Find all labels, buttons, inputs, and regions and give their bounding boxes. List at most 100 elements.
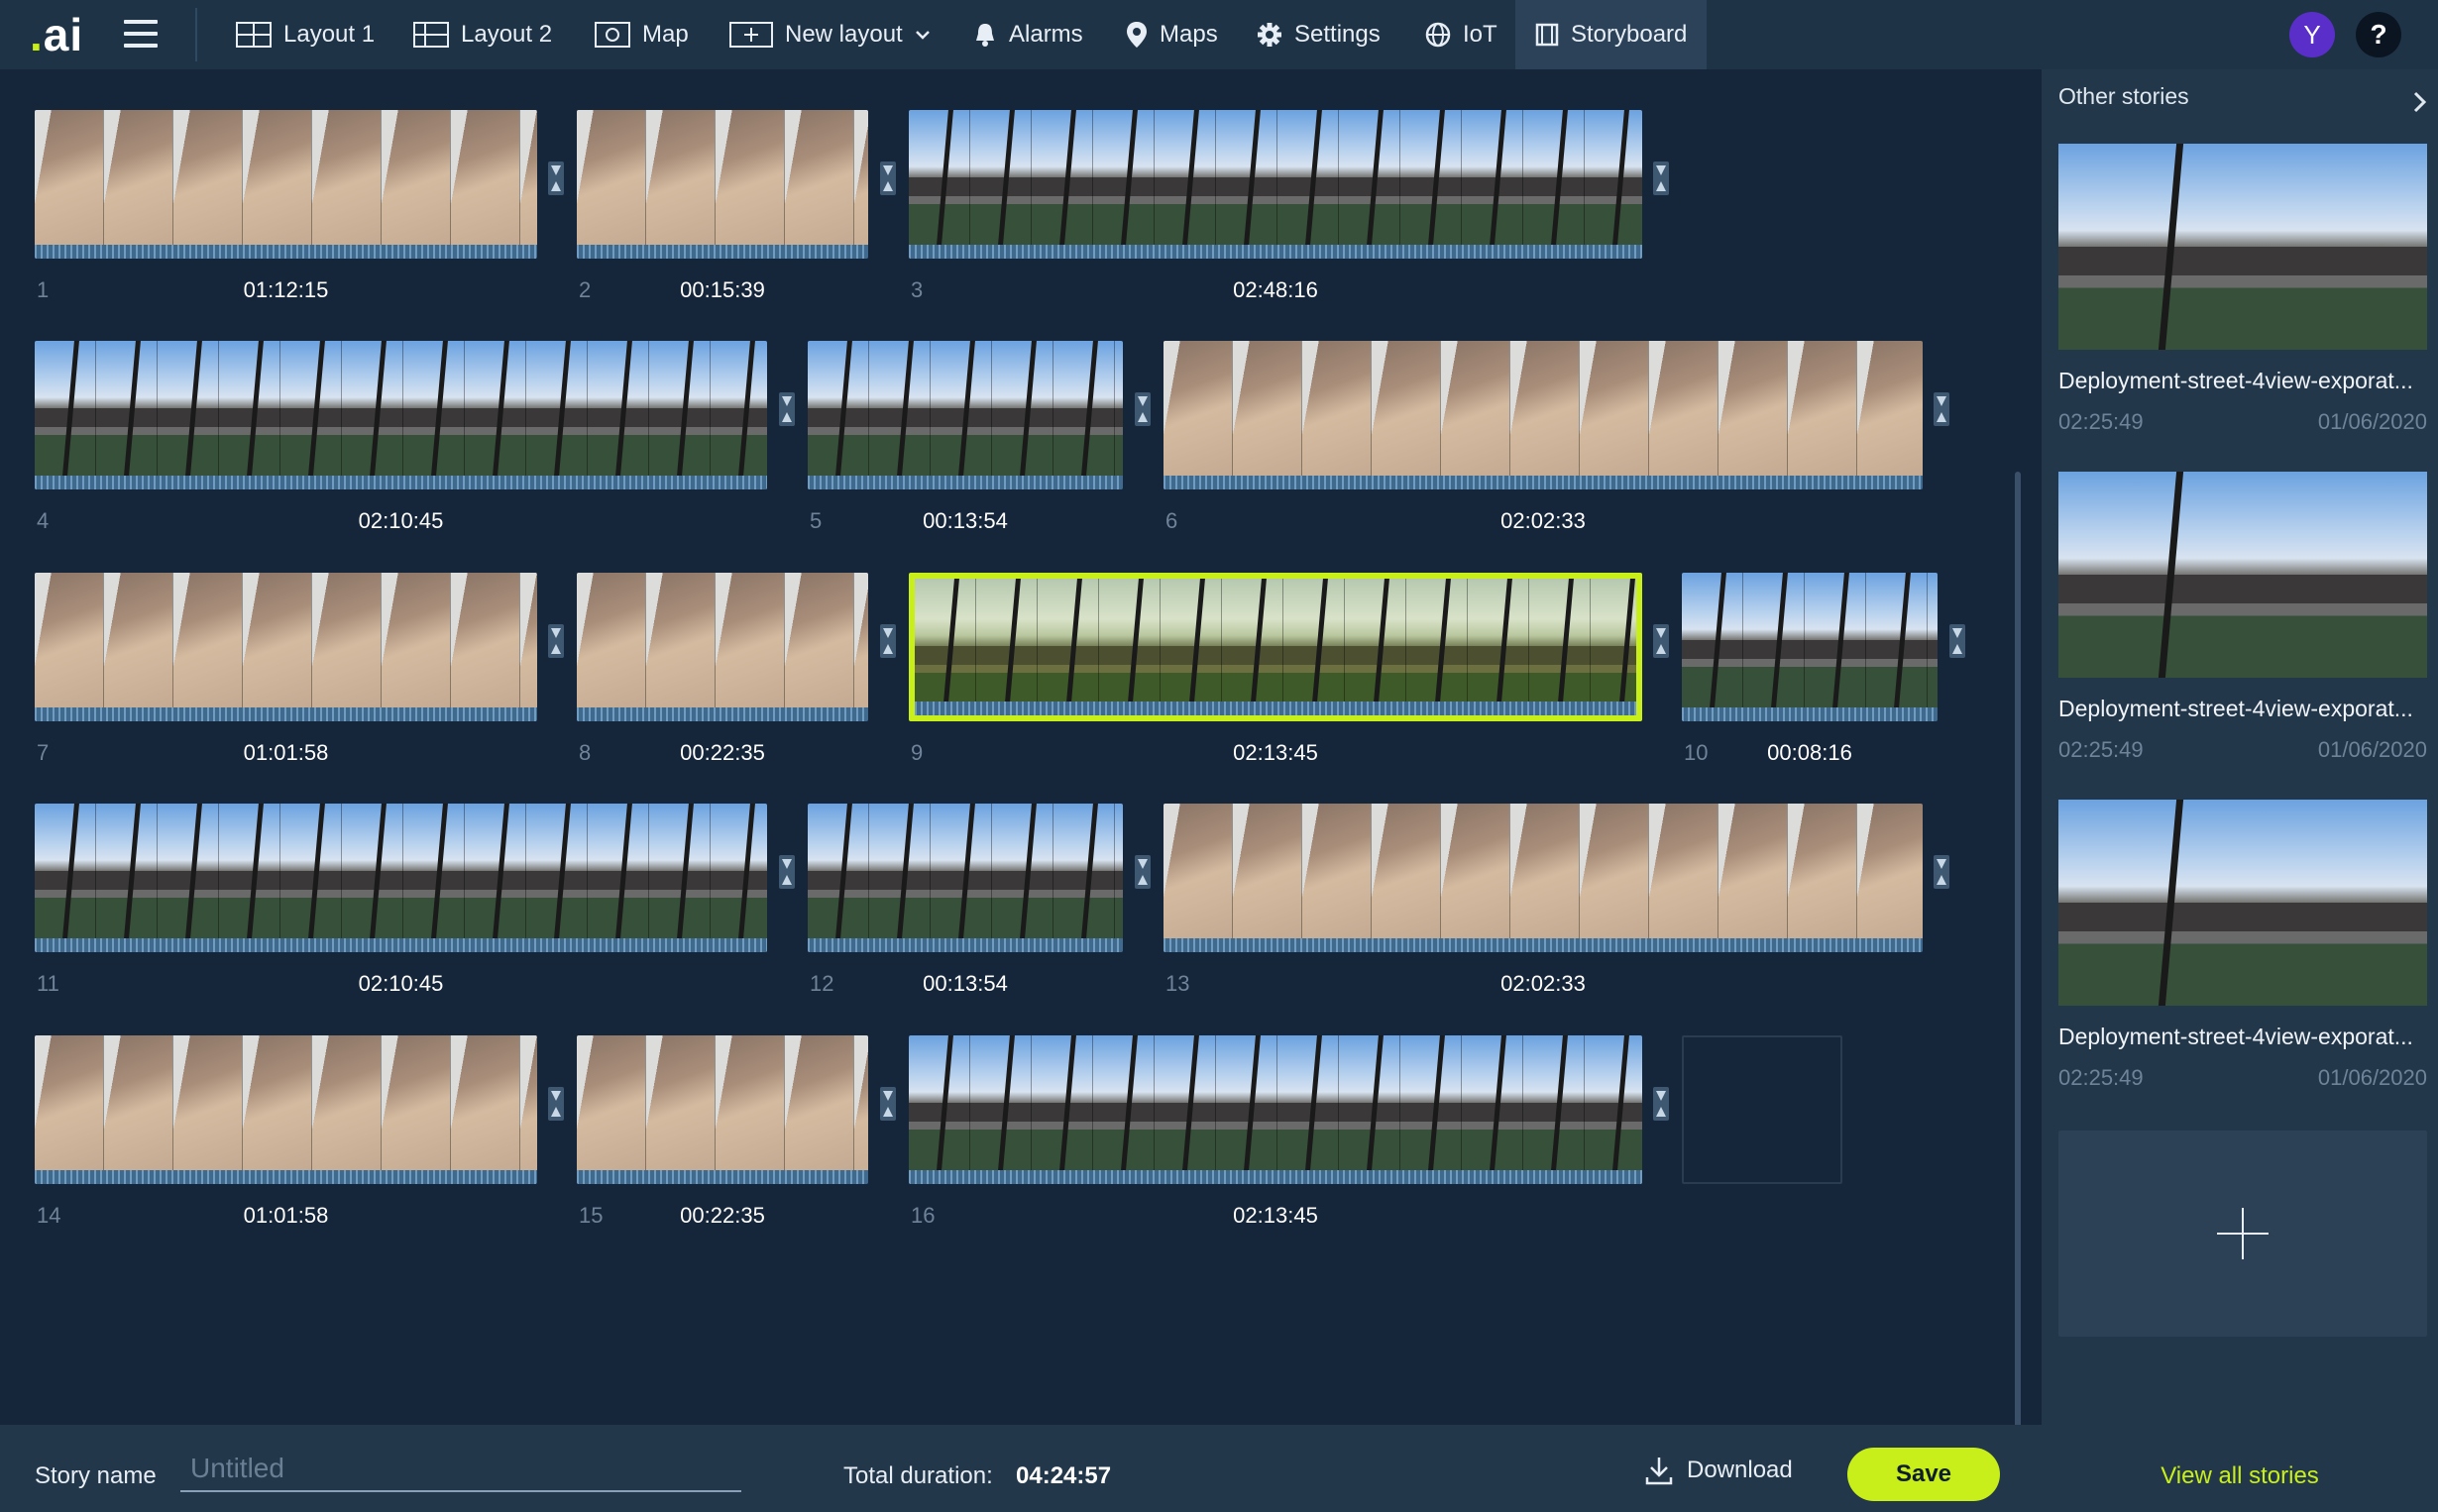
bell-icon — [976, 24, 994, 47]
video-frame — [1032, 110, 1093, 245]
nav-map[interactable]: Map — [595, 0, 689, 69]
story-duration: 02:25:49 — [2058, 409, 2144, 434]
audio-waveform — [1164, 938, 1923, 952]
video-frame — [808, 341, 869, 476]
audio-waveform — [35, 1170, 537, 1184]
clip-duration: 02:13:45 — [1233, 1203, 1318, 1228]
clip-duration: 02:48:16 — [1233, 277, 1318, 302]
transition-connector-icon[interactable] — [779, 392, 795, 426]
transition-connector-icon[interactable] — [1653, 1087, 1669, 1121]
nav-layout-1[interactable]: Layout 1 — [236, 0, 375, 69]
story-card[interactable]: Deployment-street-4view-exporat... 02:25:… — [2058, 472, 2427, 769]
story-card[interactable]: Deployment-street-4view-exporat... 02:25:… — [2058, 144, 2427, 441]
audio-waveform — [1682, 707, 1938, 721]
video-frame — [520, 573, 537, 707]
help-icon[interactable]: ? — [2356, 12, 2401, 57]
clip-thumbnail[interactable] — [808, 804, 1123, 952]
clip-frames — [35, 341, 767, 476]
transition-connector-icon[interactable] — [1934, 855, 1949, 889]
nav-new-layout[interactable]: New layout — [729, 0, 931, 69]
clip-frames — [577, 1035, 868, 1170]
transition-connector-icon[interactable] — [548, 624, 564, 658]
user-avatar[interactable]: Y — [2289, 12, 2335, 57]
story-name: Deployment-street-4view-exporat... — [2058, 368, 2413, 393]
transition-connector-icon[interactable] — [548, 162, 564, 195]
story-name: Deployment-street-4view-exporat... — [2058, 1024, 2413, 1049]
video-frame — [1441, 804, 1510, 938]
transition-connector-icon[interactable] — [1653, 162, 1669, 195]
clip-thumbnail[interactable] — [808, 341, 1123, 489]
video-frame — [1345, 579, 1406, 713]
download-button[interactable]: Download — [1645, 1451, 1793, 1490]
video-frame — [1164, 804, 1233, 938]
clip-thumbnail[interactable] — [35, 804, 767, 952]
video-frame — [1115, 341, 1123, 476]
clip-thumbnail[interactable] — [1164, 341, 1923, 489]
clip-thumbnail[interactable] — [577, 1035, 868, 1184]
clip-thumbnail[interactable] — [1682, 573, 1938, 721]
transition-connector-icon[interactable] — [1949, 624, 1965, 658]
video-frame — [1099, 579, 1161, 713]
clip-thumbnail[interactable] — [35, 573, 537, 721]
transition-connector-icon[interactable] — [1934, 392, 1949, 426]
empty-clip-slot[interactable] — [1682, 1035, 1842, 1184]
clip-thumbnail[interactable] — [909, 573, 1642, 721]
download-icon — [1645, 1458, 1673, 1485]
story-card[interactable]: Deployment-street-4view-exporat... 02:25:… — [2058, 800, 2427, 1097]
clip-thumbnail[interactable] — [577, 110, 868, 259]
video-frame — [577, 110, 646, 245]
audio-waveform — [577, 707, 868, 721]
nav-alarms[interactable]: Alarms — [973, 0, 1083, 69]
video-frame — [35, 341, 96, 476]
transition-connector-icon[interactable] — [779, 855, 795, 889]
video-frame — [35, 1035, 104, 1170]
story-duration: 02:25:49 — [2058, 737, 2144, 762]
video-frame — [219, 804, 280, 938]
transition-connector-icon[interactable] — [1653, 624, 1669, 658]
clip-thumbnail[interactable] — [35, 110, 537, 259]
video-frame — [931, 804, 992, 938]
clip-frames — [808, 341, 1123, 476]
video-frame — [1277, 110, 1339, 245]
video-frame — [526, 804, 588, 938]
nav-iot[interactable]: IoT — [1425, 0, 1497, 69]
clip-thumbnail[interactable] — [909, 110, 1642, 259]
app-logo[interactable]: .ai — [30, 8, 83, 61]
hamburger-menu-icon[interactable] — [124, 20, 158, 48]
chevron-right-icon[interactable] — [2410, 87, 2430, 117]
nav-settings[interactable]: Settings — [1257, 0, 1381, 69]
clip-thumbnail[interactable] — [35, 1035, 537, 1184]
transition-connector-icon[interactable] — [548, 1087, 564, 1121]
clip-thumbnail[interactable] — [909, 1035, 1642, 1184]
nav-maps[interactable]: Maps — [1126, 0, 1218, 69]
nav-storyboard[interactable]: Storyboard — [1515, 0, 1708, 69]
audio-waveform — [35, 245, 537, 259]
clip-thumbnail[interactable] — [577, 573, 868, 721]
video-frame — [1302, 341, 1372, 476]
add-story-button[interactable] — [2058, 1131, 2427, 1337]
story-name-input[interactable] — [180, 1447, 741, 1492]
story-date: 01/06/2020 — [2317, 1065, 2427, 1090]
transition-connector-icon[interactable] — [880, 162, 896, 195]
video-frame — [219, 341, 280, 476]
transition-connector-icon[interactable] — [880, 1087, 896, 1121]
transition-connector-icon[interactable] — [1135, 855, 1151, 889]
video-frame — [520, 1035, 537, 1170]
video-frame — [520, 110, 537, 245]
vertical-scrollbar[interactable] — [2015, 472, 2021, 1458]
nav-divider — [195, 8, 197, 61]
nav-layout-2[interactable]: Layout 2 — [413, 0, 552, 69]
save-button[interactable]: Save — [1847, 1448, 2000, 1501]
transition-connector-icon[interactable] — [1135, 392, 1151, 426]
clip-thumbnail[interactable] — [1164, 804, 1923, 952]
clip-duration: 01:12:15 — [243, 277, 329, 302]
location-pin-icon — [1127, 22, 1147, 48]
view-all-stories-link[interactable]: View all stories — [2042, 1462, 2438, 1490]
video-frame — [915, 579, 976, 713]
film-icon — [1535, 23, 1559, 47]
clip-duration: 02:10:45 — [358, 508, 444, 533]
transition-connector-icon[interactable] — [880, 624, 896, 658]
video-frame — [451, 110, 520, 245]
clip-thumbnail[interactable] — [35, 341, 767, 489]
story-date: 01/06/2020 — [2317, 409, 2427, 434]
